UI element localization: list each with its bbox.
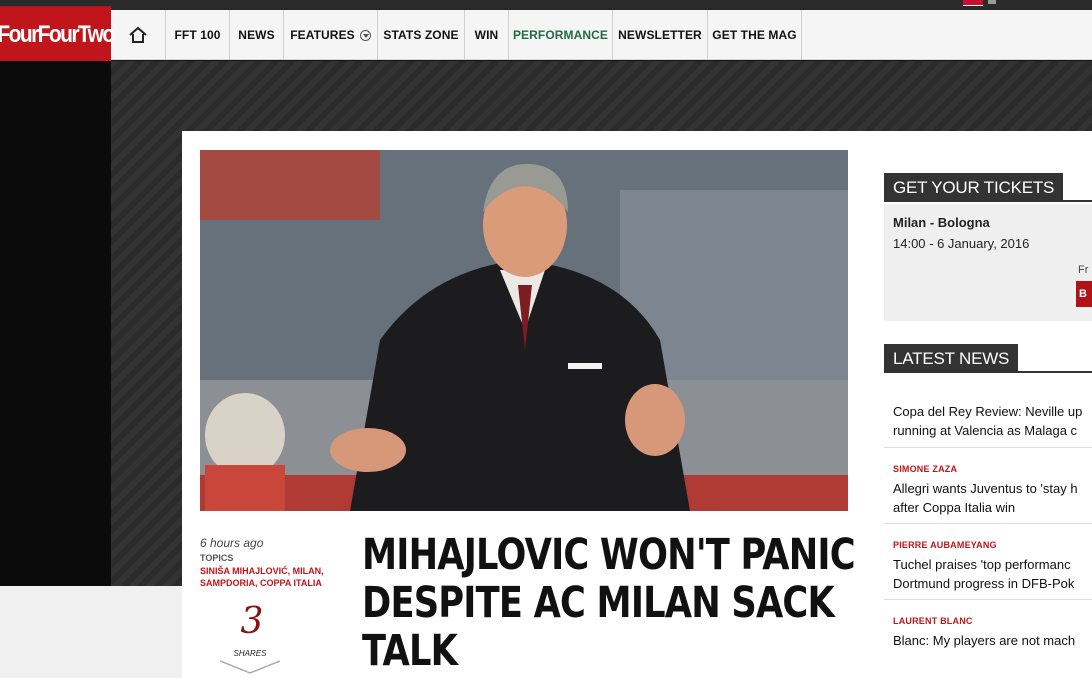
coach-photo: [200, 150, 848, 511]
news-item[interactable]: SIMONE ZAZA Allegri wants Juventus to 's…: [893, 464, 1092, 517]
divider: [884, 523, 1092, 524]
headline-line: DESPITE AC MILAN SACK: [362, 578, 835, 628]
chevron-down-icon[interactable]: [988, 0, 996, 4]
content-panel: 6 hours ago TOPICS SINIŠA MIHAJLOVIĆ, MI…: [182, 131, 1092, 678]
divider: [884, 599, 1092, 600]
nav-menu: FFT 100 NEWS FEATURES STATS ZONE WIN PER…: [111, 10, 802, 60]
buy-tickets-button[interactable]: B: [1076, 281, 1092, 307]
news-item[interactable]: LAURENT BLANC Blanc: My players are not …: [893, 616, 1092, 650]
article-hero-image[interactable]: [200, 150, 848, 511]
nav-item-label: WIN: [474, 28, 499, 42]
news-item[interactable]: PIERRE AUBAMEYANG Tuchel praises 'top pe…: [893, 540, 1092, 593]
nav-item-label: STATS ZONE: [383, 28, 459, 42]
nav-item-features[interactable]: FEATURES: [284, 10, 378, 60]
nav-item-label: FEATURES: [290, 28, 355, 42]
home-icon: [129, 26, 147, 43]
headline-line: TALK: [362, 626, 458, 676]
news-item[interactable]: Copa del Rey Review: Neville up running …: [893, 402, 1092, 440]
divider: [884, 447, 1092, 448]
nav-home[interactable]: [111, 10, 166, 60]
nav-item-news[interactable]: NEWS: [230, 10, 284, 60]
news-title-line: running at Valencia as Malaga c: [893, 423, 1078, 438]
nav-item-fft100[interactable]: FFT 100: [166, 10, 230, 60]
news-title-line: Tuchel praises 'top performanc: [893, 557, 1071, 572]
topics-links[interactable]: SINIŠA MIHAJLOVIĆ, MILAN, SAMPDORIA, COP…: [200, 565, 330, 589]
sidebar: GET YOUR TICKETS Milan - Bologna 14:00 -…: [884, 131, 1092, 678]
latest-news-heading: LATEST NEWS: [884, 344, 1019, 372]
news-title-line: Allegri wants Juventus to 'stay h: [893, 481, 1078, 496]
nav-item-performance[interactable]: PERFORMANCE: [509, 10, 613, 60]
site-logo[interactable]: FourFourTwo: [0, 6, 115, 64]
nav-item-label: FFT 100: [174, 28, 221, 42]
ticket-price-label: Fr: [1078, 264, 1089, 276]
uk-flag-icon[interactable]: [963, 0, 983, 6]
nav-item-get-the-mag[interactable]: GET THE MAG: [708, 10, 802, 60]
left-margin: [0, 61, 111, 586]
shares-label: SHARES: [233, 649, 267, 658]
news-title-line: Dortmund progress in DFB-Pok: [893, 576, 1075, 591]
article-timestamp: 6 hours ago: [200, 536, 264, 550]
nav-item-stats-zone[interactable]: STATS ZONE: [378, 10, 465, 60]
nav-item-label: NEWS: [238, 28, 275, 42]
news-tag[interactable]: LAURENT BLANC: [893, 616, 1092, 626]
nav-item-win[interactable]: WIN: [465, 10, 509, 60]
news-tag[interactable]: SIMONE ZAZA: [893, 464, 1092, 474]
nav-item-label: GET THE MAG: [712, 28, 797, 42]
news-title-line: after Coppa Italia win: [893, 500, 1016, 515]
news-title-line: Copa del Rey Review: Neville up: [893, 404, 1083, 419]
news-title-line: Blanc: My players are not mach: [893, 633, 1076, 648]
ticket-date: 14:00 - 6 January, 2016: [893, 236, 1030, 251]
nav-item-label: PERFORMANCE: [512, 28, 609, 42]
heading-rule: [884, 371, 1092, 373]
nav-item-newsletter[interactable]: NEWSLETTER: [613, 10, 708, 60]
tickets-heading: GET YOUR TICKETS: [884, 173, 1064, 201]
chevron-down-icon[interactable]: [220, 659, 280, 675]
ticket-match[interactable]: Milan - Bologna: [893, 215, 990, 230]
dropdown-caret-icon: [359, 29, 371, 41]
top-strip: [0, 0, 1092, 10]
main-navbar: FourFourTwo FFT 100 NEWS FEATURES STATS …: [0, 6, 1092, 64]
heading-rule: [884, 200, 1092, 202]
article-headline: MIHAJLOVIC WON'T PANIC DESPITE AC MILAN …: [362, 530, 856, 676]
nav-item-label: NEWSLETTER: [618, 28, 702, 42]
headline-line: MIHAJLOVIC WON'T PANIC: [362, 530, 856, 580]
topics-label: TOPICS: [200, 553, 234, 563]
news-tag[interactable]: PIERRE AUBAMEYANG: [893, 540, 1092, 550]
left-margin-lower: [0, 586, 182, 678]
share-count: 3: [240, 601, 264, 642]
